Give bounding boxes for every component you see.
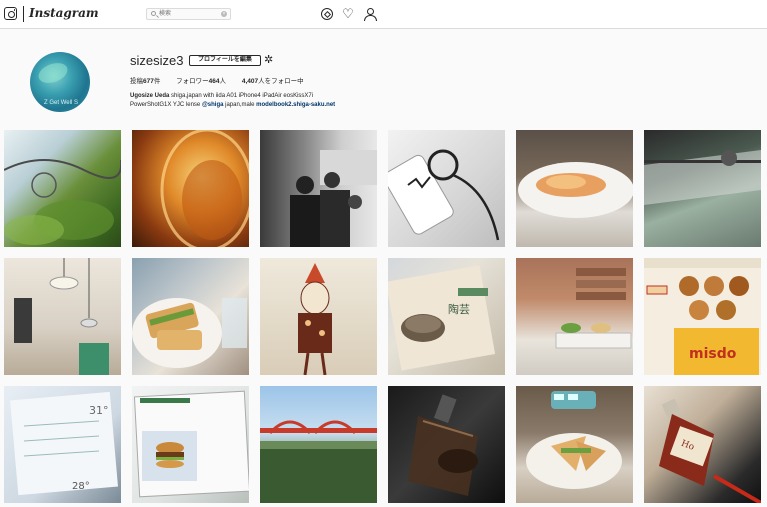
instagram-wordmark[interactable]: Instagram: [29, 6, 99, 20]
bio-mention-link[interactable]: @shiga: [202, 102, 224, 108]
post-tile[interactable]: [4, 258, 121, 375]
burger-screen-art: [133, 390, 249, 498]
bio-website-link[interactable]: modelbook2.shiga-saku.net: [256, 102, 335, 108]
posts-stat: 投稿677件: [130, 75, 160, 85]
people-art: [290, 150, 377, 247]
post-tile[interactable]: [388, 130, 505, 247]
post-tile[interactable]: Ho: [644, 386, 761, 503]
following-count: 4,407: [241, 78, 259, 85]
compass-icon[interactable]: [321, 8, 333, 20]
weather-low: 28°: [72, 481, 90, 492]
weather-art: 31° 28°: [10, 391, 118, 496]
weather-high: 31°: [89, 404, 109, 417]
bio-text-3: japan,male: [223, 102, 257, 108]
post-tile[interactable]: [516, 386, 633, 503]
following-stat[interactable]: 4,407人をフォロー中: [242, 75, 304, 85]
post-tile[interactable]: [388, 386, 505, 503]
post-tile[interactable]: [260, 130, 377, 247]
posts-count: 677: [143, 78, 154, 85]
bio-text-2: PowerShotG1X YJC lense: [130, 102, 202, 108]
railing-art: [4, 159, 121, 245]
post-tile[interactable]: [260, 386, 377, 503]
pottery-title: 陶芸: [448, 302, 470, 316]
post-tile[interactable]: [132, 130, 249, 247]
glass-art: [160, 130, 249, 247]
bio-text-1: shiga,japan with iida A01 iPhone4 iPadAi…: [169, 93, 314, 99]
misdo-brand: misdo: [689, 346, 737, 362]
posts-suffix: 件: [153, 78, 161, 85]
search-icon: [151, 11, 156, 16]
heart-icon[interactable]: ♡: [342, 7, 354, 20]
phone-art: [388, 149, 500, 241]
pottery-art: 陶芸: [388, 265, 496, 371]
figure-art: [298, 263, 332, 375]
misdo-art: misdo: [644, 258, 761, 375]
post-tile[interactable]: [132, 386, 249, 503]
bottle-art: [408, 394, 478, 496]
avatar[interactable]: Z Get Well S: [30, 52, 90, 112]
edit-profile-button[interactable]: プロフィールを編集: [189, 55, 261, 66]
followers-stat[interactable]: フォロワー464人: [176, 75, 226, 85]
profile-bio: Ugosize Ueda shiga,japan with iida A01 i…: [130, 92, 430, 110]
sandwich-bus-art: [526, 391, 622, 489]
table-art: [644, 150, 761, 205]
bio-full-name: Ugosize Ueda: [130, 93, 170, 99]
person-icon[interactable]: [364, 8, 377, 21]
post-tile[interactable]: [4, 130, 121, 247]
brick-art: [555, 268, 632, 349]
followers-label: フォロワー: [176, 78, 209, 85]
croissant-art: [518, 162, 633, 218]
profile-username: sizesize3: [130, 53, 184, 68]
logo-divider: [23, 6, 24, 22]
clear-search-icon[interactable]: ×: [221, 11, 227, 17]
post-tile[interactable]: 31° 28°: [4, 386, 121, 503]
post-tile[interactable]: [644, 130, 761, 247]
gear-icon[interactable]: ✲: [264, 55, 274, 66]
avatar-text: Z Get Well S: [44, 100, 78, 106]
post-tile[interactable]: [132, 258, 249, 375]
post-tile[interactable]: [516, 130, 633, 247]
bio-line-2: PowerShotG1X YJC lense @shiga japan,male…: [130, 101, 430, 110]
followers-count: 464: [208, 78, 220, 85]
post-tile[interactable]: 陶芸: [388, 258, 505, 375]
posts-label: 投稿: [130, 78, 143, 85]
bio-line-1: Ugosize Ueda shiga,japan with iida A01 i…: [130, 92, 430, 101]
post-tile[interactable]: misdo: [644, 258, 761, 375]
camera-icon[interactable]: [4, 7, 17, 20]
following-suffix: 人をフォロー中: [258, 78, 304, 85]
post-tile[interactable]: [516, 258, 633, 375]
cafe-art: [14, 258, 109, 375]
search-input[interactable]: [159, 9, 219, 19]
sandwich-art: [132, 298, 247, 368]
followers-suffix: 人: [219, 78, 227, 85]
post-tile[interactable]: [260, 258, 377, 375]
profile-stats: 投稿677件 フォロワー464人 4,407人をフォロー中: [130, 75, 318, 85]
search-box[interactable]: ×: [146, 8, 231, 20]
sauce-art: Ho: [659, 398, 761, 503]
top-navigation-bar: Instagram × ♡: [0, 0, 767, 29]
bridge-art: [260, 420, 377, 503]
